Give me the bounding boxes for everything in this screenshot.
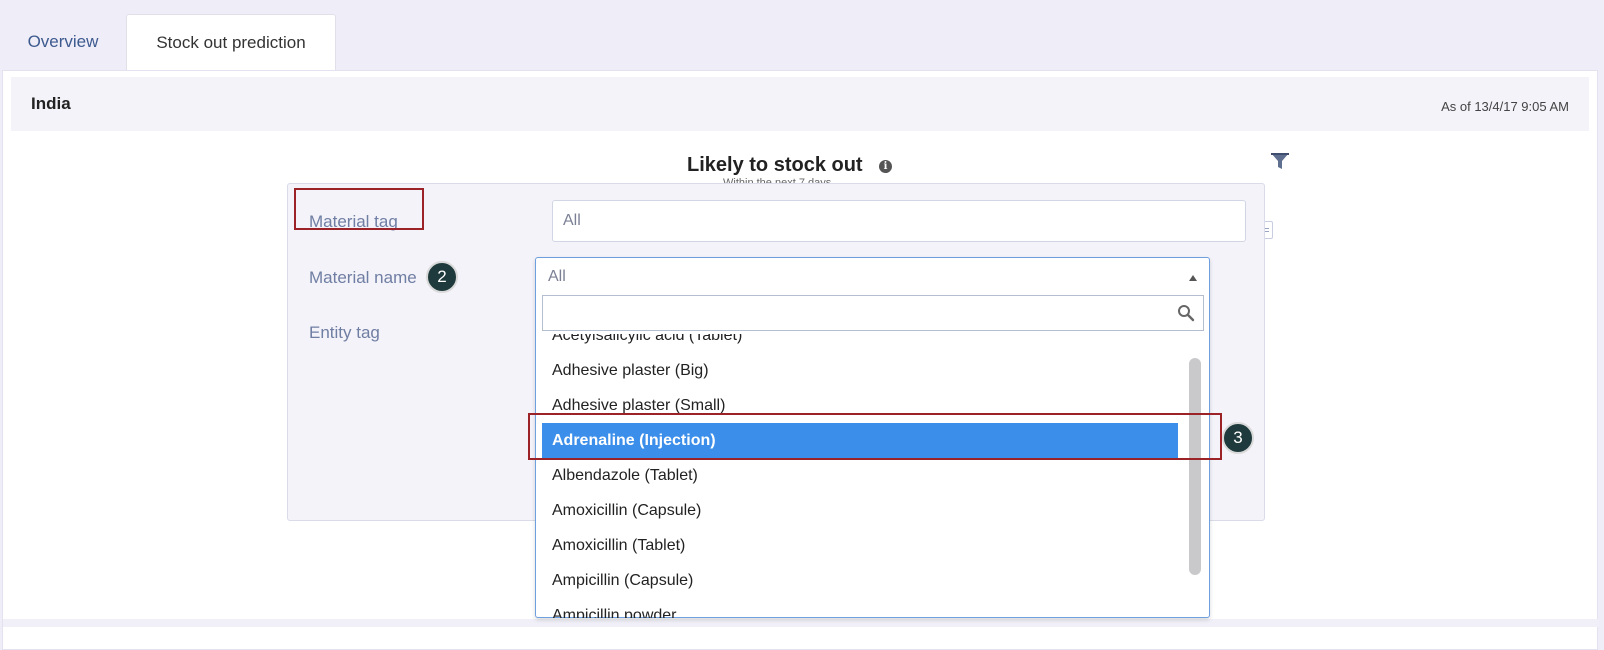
chart-title: Likely to stock out: [687, 154, 863, 176]
tab-bar: Overview Stock out prediction: [0, 0, 1604, 71]
dropdown-option[interactable]: Amoxicillin (Tablet): [542, 528, 1182, 563]
tab-stock-out-prediction[interactable]: Stock out prediction: [126, 14, 336, 71]
material-name-selected-value: All: [548, 268, 566, 285]
dropdown-search-input[interactable]: [551, 296, 1185, 330]
search-icon: [1178, 305, 1195, 322]
dropdown-option[interactable]: Ampicillin (Capsule): [542, 563, 1182, 598]
material-tag-input[interactable]: [552, 200, 1246, 242]
callout-adrenaline-option: [528, 413, 1222, 460]
material-name-label: Material name: [309, 268, 417, 287]
as-of-timestamp: As of 13/4/17 9:05 AM: [1441, 99, 1569, 114]
dropdown-options-list[interactable]: Acetylsalicylic acid (Tablet) Adhesive p…: [542, 334, 1182, 618]
dropdown-option[interactable]: Ampicillin powder: [542, 598, 1182, 618]
step-badge-2: 2: [426, 261, 458, 293]
dropdown-search-box[interactable]: [542, 295, 1204, 331]
step-badge-3: 3: [1222, 422, 1254, 454]
dropdown-scrollbar[interactable]: [1189, 358, 1201, 575]
dropdown-option[interactable]: Adhesive plaster (Big): [542, 353, 1182, 388]
region-header: India As of 13/4/17 9:05 AM: [11, 77, 1589, 131]
dropdown-option[interactable]: Albendazole (Tablet): [542, 458, 1182, 493]
section-divider: [3, 619, 1599, 627]
dropdown-options: Acetylsalicylic acid (Tablet) Adhesive p…: [542, 334, 1182, 618]
entity-tag-label: Entity tag: [309, 323, 380, 342]
callout-material-name: [294, 188, 424, 230]
region-title: India: [31, 94, 71, 113]
chevron-up-icon[interactable]: [1189, 275, 1197, 281]
filter-icon[interactable]: [1269, 150, 1291, 172]
tab-overview[interactable]: Overview: [8, 14, 118, 70]
info-icon[interactable]: i: [879, 160, 892, 173]
dropdown-option[interactable]: Amoxicillin (Capsule): [542, 493, 1182, 528]
dropdown-option[interactable]: Acetylsalicylic acid (Tablet): [542, 334, 1182, 353]
